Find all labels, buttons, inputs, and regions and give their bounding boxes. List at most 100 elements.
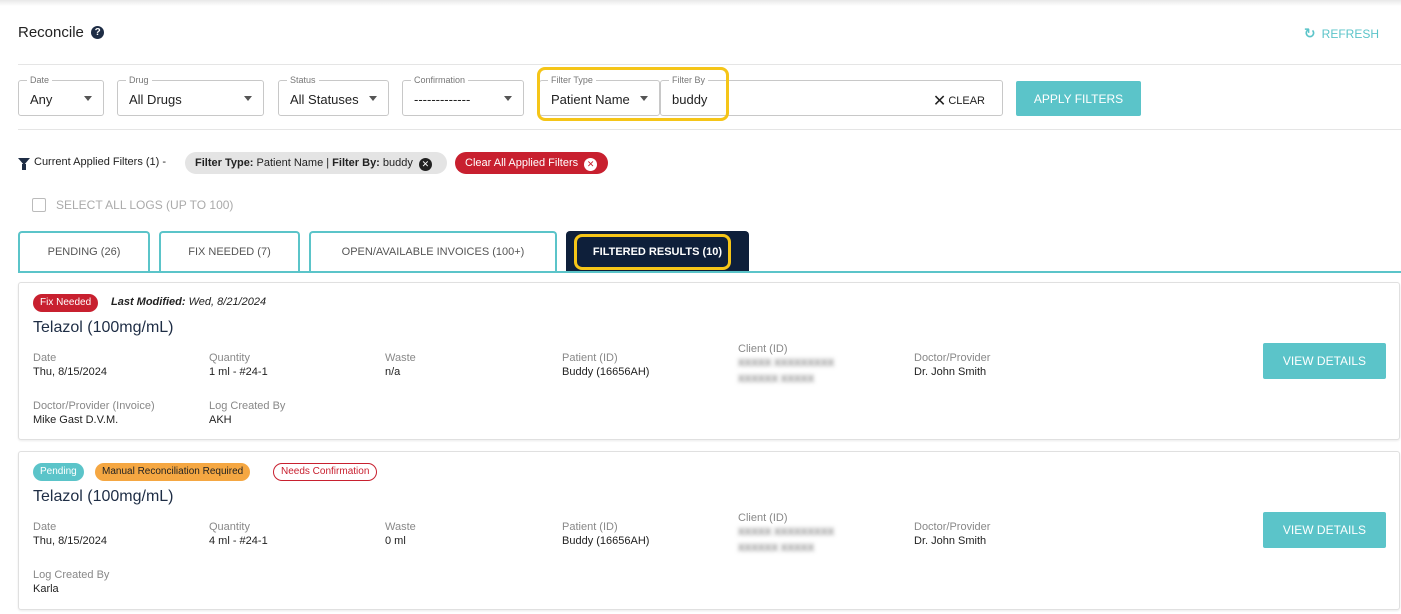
chevron-down-icon — [504, 96, 512, 101]
waste-column: Waste n/a — [385, 351, 416, 379]
quantity-column: Quantity 1 ml - #24-1 — [209, 351, 268, 379]
select-all-checkbox[interactable] — [32, 198, 46, 212]
select-all-label: SELECT ALL LOGS (UP TO 100) — [56, 198, 234, 212]
funnel-icon-stem — [22, 164, 26, 170]
date-column: Date Thu, 8/15/2024 — [33, 351, 107, 379]
doctor-column: Doctor/Provider Dr. John Smith — [914, 351, 990, 379]
patient-column: Patient (ID) Buddy (16656AH) — [562, 351, 649, 379]
log-created-by-value: AKH — [209, 414, 232, 426]
status-select[interactable]: Status All Statuses — [278, 75, 389, 116]
doctor-value: Dr. John Smith — [914, 535, 987, 547]
tab-underline — [18, 271, 1401, 273]
applied-filter-chip: Filter Type: Patient Name | Filter By: b… — [185, 152, 447, 174]
client-label: Client (ID) — [738, 343, 788, 355]
refresh-button[interactable]: ↻ REFRESH — [1304, 25, 1379, 42]
date-value: Thu, 8/15/2024 — [33, 366, 108, 378]
date-value: Thu, 8/15/2024 — [33, 535, 108, 547]
chevron-down-icon — [369, 96, 377, 101]
chip-type-key: Filter Type: — [195, 157, 254, 169]
remove-filter-icon[interactable]: ✕ — [418, 158, 432, 171]
waste-label: Waste — [385, 521, 416, 533]
page-header: Reconcile ? ↻ REFRESH — [18, 24, 1379, 44]
status-label: Status — [287, 75, 319, 86]
clear-button[interactable]: ✕ CLEAR — [933, 91, 985, 111]
applied-filters-label: Current Applied Filters (1) - — [34, 156, 167, 168]
date-label: Date — [33, 521, 57, 533]
log-created-by-column: Log Created By AKH — [209, 399, 285, 427]
chip-by-value: buddy — [382, 157, 413, 169]
date-select[interactable]: Date Any — [18, 75, 104, 116]
doctor-value: Dr. John Smith — [914, 366, 987, 378]
refresh-label: REFRESH — [1321, 27, 1379, 41]
quantity-column: Quantity 4 ml - #24-1 — [209, 520, 268, 548]
client-column: Client (ID) XXXXX XXXXXXXXX XXXXXX XXXXX — [738, 342, 834, 388]
invoice-doctor-label: Doctor/Provider (Invoice) — [33, 400, 155, 412]
tab-open-available-invoices[interactable]: OPEN/AVAILABLE INVOICES (100+) — [309, 231, 557, 272]
drug-label: Drug — [126, 75, 152, 86]
quantity-label: Quantity — [209, 352, 250, 364]
refresh-icon: ↻ — [1303, 25, 1316, 41]
status-badge-pending: Pending — [33, 463, 84, 481]
drug-select[interactable]: Drug All Drugs — [117, 75, 264, 116]
close-icon: ✕ — [584, 158, 598, 171]
confirmation-value: ------------- — [414, 92, 471, 107]
status-badge-needs-confirmation: Needs Confirmation — [273, 463, 378, 481]
status-value: All Statuses — [290, 92, 359, 107]
chevron-down-icon — [84, 96, 92, 101]
tab-pending[interactable]: PENDING (26) — [18, 231, 150, 272]
confirmation-select[interactable]: Confirmation ------------- — [402, 75, 524, 116]
date-column: Date Thu, 8/15/2024 — [33, 520, 107, 548]
chip-type-value: Patient Name | — [256, 157, 330, 169]
confirmation-label: Confirmation — [411, 75, 469, 86]
log-card: Fix Needed Last Modified: Wed, 8/21/2024… — [18, 282, 1400, 440]
client-column: Client (ID) XXXXX XXXXXXXXX XXXXXX XXXXX — [738, 511, 834, 557]
drug-name: Telazol (100mg/mL) — [33, 488, 174, 505]
clear-all-label: Clear All Applied Filters — [465, 157, 579, 169]
waste-value: n/a — [385, 366, 401, 378]
log-created-by-column: Log Created By Karla — [33, 568, 109, 596]
drug-value: All Drugs — [129, 92, 182, 107]
waste-column: Waste 0 ml — [385, 520, 416, 548]
client-value-redacted: XXXXX XXXXXXXXX XXXXXX XXXXX — [738, 358, 835, 385]
view-details-button[interactable]: VIEW DETAILS — [1263, 343, 1386, 379]
last-modified-label: Last Modified: — [111, 296, 186, 308]
date-label: Date — [33, 352, 57, 364]
last-modified: Last Modified: Wed, 8/21/2024 — [111, 296, 266, 308]
chevron-down-icon — [244, 96, 252, 101]
help-icon[interactable]: ? — [91, 26, 105, 39]
date-label: Date — [27, 75, 53, 86]
waste-label: Waste — [385, 352, 416, 364]
client-value-redacted: XXXXX XXXXXXXXX XXXXXX XXXXX — [738, 527, 835, 554]
apply-filters-button[interactable]: APPLY FILTERS — [1016, 81, 1141, 116]
clear-label: CLEAR — [948, 95, 985, 107]
doctor-label: Doctor/Provider — [914, 352, 991, 364]
patient-label: Patient (ID) — [562, 352, 618, 364]
top-shadow — [0, 0, 1401, 6]
highlight-annotation — [537, 67, 729, 121]
divider — [18, 129, 1401, 130]
log-created-by-label: Log Created By — [209, 400, 286, 412]
log-created-by-value: Karla — [33, 583, 59, 595]
patient-column: Patient (ID) Buddy (16656AH) — [562, 520, 649, 548]
invoice-doctor-column: Doctor/Provider (Invoice) Mike Gast D.V.… — [33, 399, 155, 427]
patient-value: Buddy (16656AH) — [562, 366, 650, 378]
tab-fix-needed[interactable]: FIX NEEDED (7) — [159, 231, 300, 272]
page-title: Reconcile — [18, 24, 84, 41]
log-card: Pending Manual Reconciliation Required N… — [18, 451, 1400, 610]
invoice-doctor-value: Mike Gast D.V.M. — [33, 414, 119, 426]
patient-value: Buddy (16656AH) — [562, 535, 650, 547]
status-badge-fix-needed: Fix Needed — [33, 294, 99, 312]
view-details-button[interactable]: VIEW DETAILS — [1263, 512, 1386, 548]
quantity-value: 1 ml - #24-1 — [209, 366, 268, 378]
quantity-label: Quantity — [209, 521, 250, 533]
client-label: Client (ID) — [738, 512, 788, 524]
waste-value: 0 ml — [385, 535, 406, 547]
highlight-annotation — [574, 234, 731, 270]
doctor-label: Doctor/Provider — [914, 521, 991, 533]
date-value: Any — [30, 92, 53, 107]
drug-name: Telazol (100mg/mL) — [33, 319, 174, 336]
close-icon: ✕ — [932, 93, 947, 110]
clear-all-filters-button[interactable]: Clear All Applied Filters ✕ — [455, 152, 608, 174]
doctor-column: Doctor/Provider Dr. John Smith — [914, 520, 990, 548]
status-badge-manual-reconciliation: Manual Reconciliation Required — [95, 463, 251, 481]
